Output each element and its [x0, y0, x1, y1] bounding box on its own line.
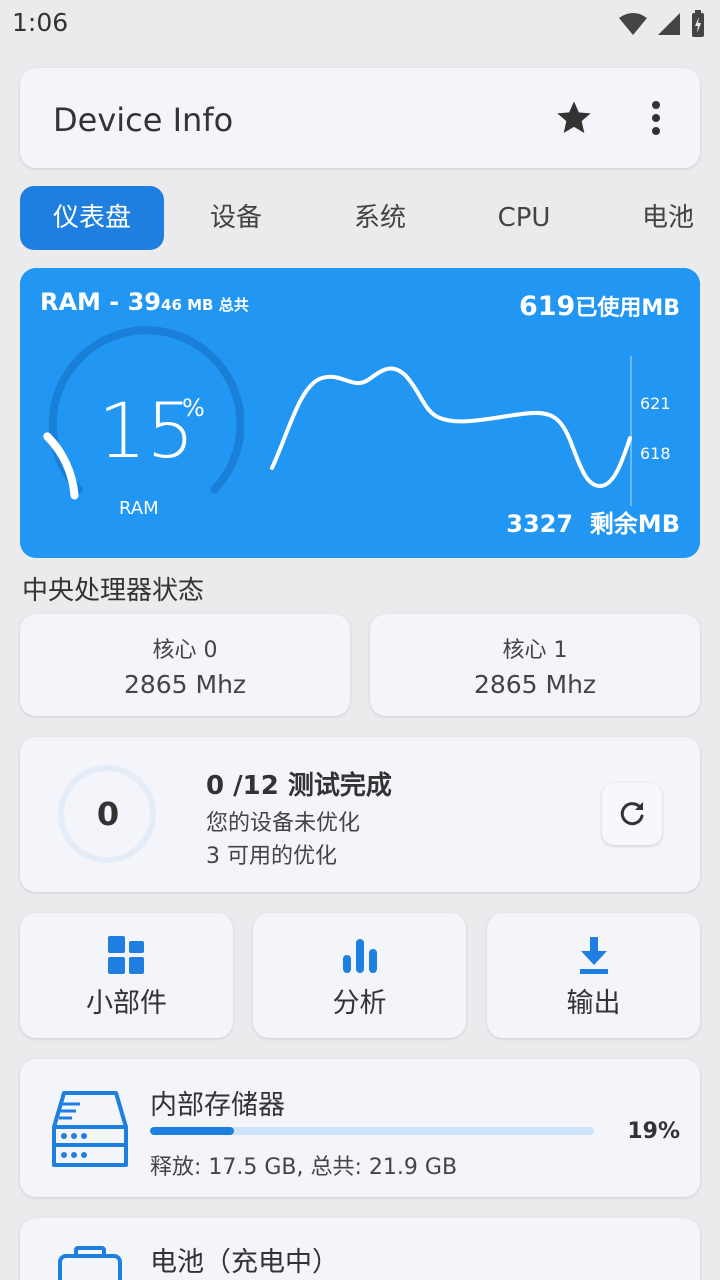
ram-percent-sign: % [182, 394, 205, 422]
tab-battery[interactable]: 电池 [596, 186, 720, 250]
tab-system[interactable]: 系统 [308, 186, 452, 250]
ram-card[interactable]: RAM - 3946 MB 总共 619已使用MB 15 % RAM 621 6… [20, 268, 700, 558]
widgets-icon [107, 936, 144, 974]
ram-used: 619已使用MB [519, 290, 680, 322]
optimization-available: 3 可用的优化 [206, 844, 337, 869]
core-frequency: 2865 Mhz [123, 670, 247, 699]
optimization-count: 0 [96, 795, 120, 833]
ram-total-value: RAM - 39 [40, 288, 162, 316]
internal-storage-card[interactable]: 内部存储器 19% 释放: 17.5 GB, 总共: 21.9 GB [20, 1059, 700, 1197]
analysis-button[interactable]: 分析 [253, 913, 466, 1038]
status-icons [618, 10, 706, 38]
bar-chart-icon [342, 939, 377, 973]
wifi-icon [619, 13, 647, 35]
refresh-icon [620, 802, 644, 826]
analysis-label: 分析 [332, 988, 387, 1019]
optimization-card[interactable]: 0 0 /12 测试完成 您的设备未优化 3 可用的优化 [20, 737, 700, 892]
tab-device[interactable]: 设备 [164, 186, 308, 250]
battery-card[interactable]: 电池（充电中） [20, 1218, 700, 1280]
ram-usage-graph [270, 366, 632, 489]
battery-icon [58, 1246, 122, 1280]
app-bar: Device Info [20, 68, 700, 168]
tab-bar: 仪表盘 设备 系统 CPU 电池 [20, 186, 720, 250]
battery-charging-icon [692, 10, 704, 37]
ram-total: RAM - 3946 MB 总共 [40, 288, 249, 316]
ram-free-unit: 剩余MB [589, 510, 680, 538]
ram-total-unit: 46 MB 总共 [161, 296, 249, 314]
ram-free: 3327 剩余MB [506, 504, 680, 539]
core-frequency: 2865 Mhz [473, 670, 597, 699]
ram-graph-axis [630, 356, 632, 506]
ram-tick-621: 621 [640, 394, 671, 413]
storage-drive-icon [52, 1091, 128, 1167]
refresh-button[interactable] [602, 783, 662, 845]
download-icon [579, 937, 608, 974]
optimization-title: 0 /12 测试完成 [206, 771, 392, 801]
core-name: 核心 0 [152, 638, 218, 663]
export-button[interactable]: 输出 [487, 913, 700, 1038]
widgets-label: 小部件 [86, 988, 167, 1019]
more-vert-icon [652, 101, 660, 135]
favorite-button[interactable] [554, 98, 594, 138]
ram-percent: 15 [98, 386, 195, 475]
core-card[interactable]: 核心 1 2865 Mhz [370, 614, 700, 716]
storage-progress-bar [150, 1127, 594, 1135]
battery-title: 电池（充电中） [150, 1247, 339, 1278]
star-icon [557, 101, 591, 133]
ram-tick-618: 618 [640, 444, 671, 463]
ram-free-value: 3327 [506, 510, 574, 538]
status-bar: 1:06 [0, 0, 720, 48]
storage-detail: 释放: 17.5 GB, 总共: 21.9 GB [150, 1155, 458, 1180]
ram-used-value: 619 [518, 291, 576, 322]
tab-cpu[interactable]: CPU [452, 186, 596, 250]
more-options-button[interactable] [640, 98, 672, 138]
ram-used-unit: 已使用MB [575, 296, 680, 321]
ram-gauge-label: RAM [119, 498, 159, 519]
signal-icon [658, 13, 680, 35]
tab-dashboard[interactable]: 仪表盘 [20, 186, 164, 250]
app-title: Device Info [53, 101, 234, 139]
status-time: 1:06 [12, 8, 69, 37]
storage-title: 内部存储器 [150, 1090, 285, 1121]
export-label: 输出 [566, 988, 621, 1019]
core-name: 核心 1 [502, 638, 568, 663]
core-card[interactable]: 核心 0 2865 Mhz [20, 614, 350, 716]
storage-progress-fill [150, 1127, 235, 1135]
storage-percent: 19% [627, 1119, 680, 1144]
cpu-section-title: 中央处理器状态 [22, 576, 205, 606]
optimization-status: 您的设备未优化 [206, 811, 361, 836]
widgets-button[interactable]: 小部件 [20, 913, 233, 1038]
